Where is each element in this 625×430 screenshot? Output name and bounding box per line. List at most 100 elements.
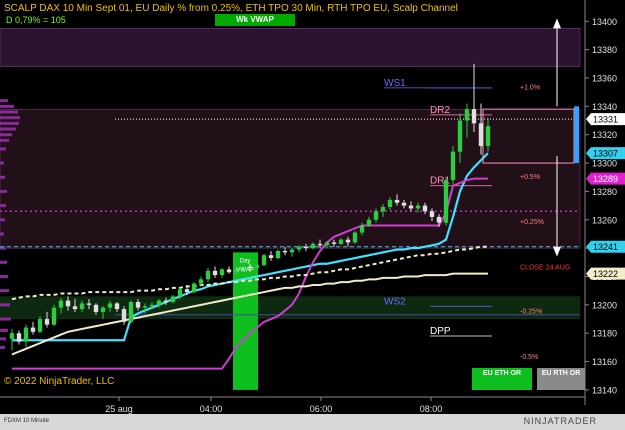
candle-body bbox=[345, 239, 351, 243]
volume-profile-bar bbox=[0, 317, 11, 321]
pct-label: CLOSE 24 AUG bbox=[520, 265, 570, 272]
candle-body bbox=[30, 327, 36, 332]
x-tick-label: 06:00 bbox=[310, 404, 333, 414]
chart-title: SCALP DAX 10 Min Sept 01, EU Daily % fro… bbox=[4, 3, 458, 14]
y-tick-label: 13320 bbox=[592, 130, 617, 140]
candle-body bbox=[198, 279, 204, 284]
candle-body bbox=[163, 300, 169, 303]
candle-body bbox=[79, 303, 85, 310]
candle-body bbox=[310, 243, 316, 249]
candle-body bbox=[58, 300, 64, 308]
y-tick-label: 13340 bbox=[592, 102, 617, 112]
candle-body bbox=[282, 250, 288, 253]
candle-body bbox=[422, 205, 428, 212]
y-tick-label: 13180 bbox=[592, 329, 617, 339]
candle-body bbox=[114, 303, 120, 310]
down-arrow-icon bbox=[553, 246, 561, 257]
y-tick-label: 13260 bbox=[592, 215, 617, 225]
candle-body bbox=[16, 333, 22, 342]
pct-label: +1.5% bbox=[520, 0, 540, 2]
volume-profile-bar bbox=[0, 328, 8, 332]
chart-window: WS1DR2DR1WS2DPP+1.5%+1.0%+0.5%+0.25%CLOS… bbox=[0, 0, 625, 430]
volume-profile-bar bbox=[0, 127, 16, 131]
candle-body bbox=[457, 120, 463, 152]
candle-body bbox=[352, 232, 358, 243]
price-chart[interactable]: WS1DR2DR1WS2DPP+1.5%+1.0%+0.5%+0.25%CLOS… bbox=[0, 0, 625, 430]
eu-rth-or-button[interactable]: EU RTH OR bbox=[537, 368, 585, 390]
price-tag-label: 13289 bbox=[593, 174, 618, 184]
candle-body bbox=[380, 207, 386, 212]
wk-vwap-button[interactable]: Wk VWAP bbox=[215, 14, 295, 26]
candle-body bbox=[296, 246, 302, 250]
x-tick-label: 25 aug bbox=[105, 404, 133, 414]
candle-body bbox=[23, 327, 29, 342]
candle-body bbox=[65, 300, 71, 307]
candle-body bbox=[219, 269, 225, 276]
candle-body bbox=[191, 283, 197, 293]
candle-body bbox=[331, 242, 337, 244]
volume-profile-bar bbox=[0, 274, 8, 278]
instrument-label: FDXM 10 Minute bbox=[4, 418, 50, 424]
eu-eth-or-button[interactable]: EU ETH OR bbox=[472, 368, 532, 390]
volume-profile-bar bbox=[0, 189, 7, 193]
candle-body bbox=[443, 180, 449, 223]
ninjatrader-logo: NINJATRADER bbox=[523, 416, 597, 426]
copyright: © 2022 NinjaTrader, LLC bbox=[4, 376, 115, 387]
candle-body bbox=[100, 307, 106, 312]
candle-body bbox=[107, 303, 113, 308]
value-zone bbox=[0, 108, 581, 249]
volume-profile-bar bbox=[0, 99, 8, 103]
volume-profile-bar bbox=[0, 110, 18, 114]
candle-body bbox=[275, 250, 281, 259]
volume-profile-bar bbox=[0, 121, 19, 125]
resistance-zone bbox=[0, 28, 581, 67]
candle-body bbox=[72, 306, 78, 310]
candle-body bbox=[149, 304, 155, 307]
level-label-ws2: WS2 bbox=[384, 296, 406, 307]
candle-body bbox=[135, 302, 141, 308]
volume-profile-bar bbox=[0, 175, 5, 179]
price-tag-label: 13222 bbox=[593, 269, 618, 279]
candle-body bbox=[359, 225, 365, 233]
y-tick-label: 13140 bbox=[592, 385, 617, 395]
volume-profile-bar bbox=[0, 218, 5, 222]
y-tick-label: 13200 bbox=[592, 300, 617, 310]
volume-profile-bar bbox=[0, 116, 20, 120]
candle-body bbox=[93, 304, 99, 312]
level-label-ws1: WS1 bbox=[384, 78, 406, 89]
candle-body bbox=[485, 126, 491, 147]
candle-body bbox=[268, 255, 274, 259]
candle-body bbox=[156, 300, 162, 305]
candle-body bbox=[408, 205, 414, 209]
level-label-dpp: DPP bbox=[430, 326, 451, 337]
candle-body bbox=[401, 202, 407, 206]
y-tick-label: 13400 bbox=[592, 17, 617, 27]
volume-profile-bar bbox=[0, 204, 6, 208]
volume-profile-bar bbox=[0, 289, 9, 293]
volume-profile-bar bbox=[0, 133, 12, 137]
candle-body bbox=[9, 333, 15, 339]
candle-body bbox=[128, 302, 134, 322]
candle-body bbox=[212, 270, 218, 276]
price-tag-label: 13307 bbox=[593, 149, 618, 159]
candle-body bbox=[436, 216, 442, 223]
pct-label: +1.0% bbox=[520, 84, 540, 91]
candle-body bbox=[86, 303, 92, 305]
day-vwap-label: Day bbox=[240, 258, 251, 264]
y-tick-label: 13360 bbox=[592, 73, 617, 83]
volume-profile-bar bbox=[0, 161, 4, 165]
candle-body bbox=[170, 296, 176, 303]
x-tick-label: 04:00 bbox=[200, 404, 223, 414]
candle-body bbox=[289, 249, 295, 253]
candle-body bbox=[429, 211, 435, 217]
x-tick-label: 08:00 bbox=[420, 404, 443, 414]
volume-profile-bar bbox=[0, 345, 5, 349]
candle-body bbox=[121, 309, 127, 322]
candle-body bbox=[226, 269, 232, 273]
pct-label: -0.5% bbox=[520, 354, 538, 361]
volume-profile-bar bbox=[0, 260, 7, 264]
volume-profile-bar bbox=[0, 232, 4, 236]
volume-profile-bar bbox=[0, 303, 10, 307]
level-label-dr2: DR2 bbox=[430, 105, 450, 116]
candle-body bbox=[338, 239, 344, 244]
